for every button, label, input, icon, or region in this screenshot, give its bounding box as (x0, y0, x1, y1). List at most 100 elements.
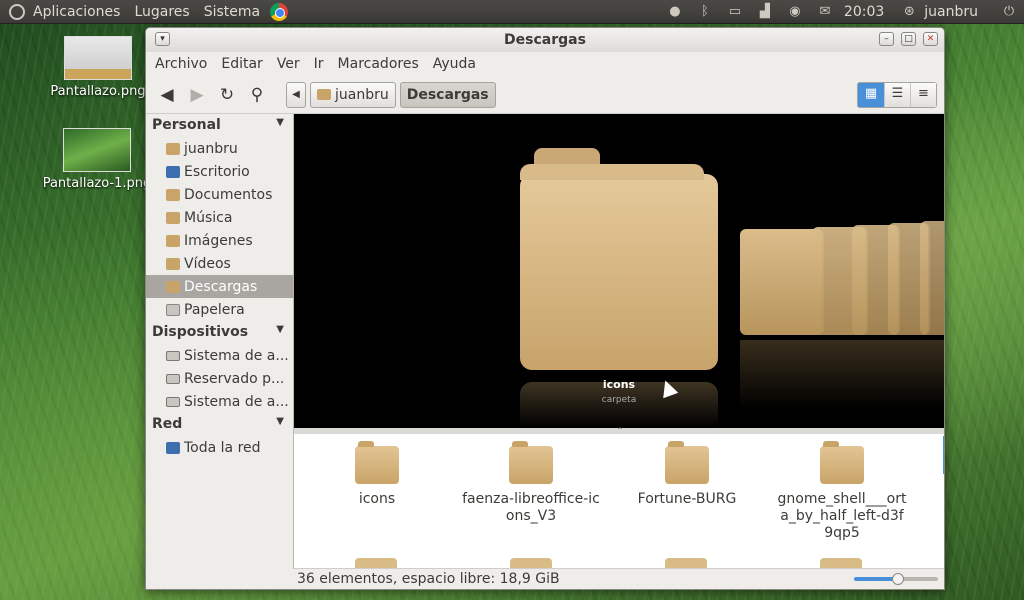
sidebar-item-drive-2[interactable]: Reservado p... (146, 367, 293, 390)
sidebar-section-dispositivos[interactable]: Dispositivos ▼ (146, 321, 293, 344)
file-item[interactable]: faenza-libreoffice-icons_V3 (458, 434, 604, 525)
drive-icon (166, 396, 180, 407)
sidebar-item-drive-1[interactable]: Sistema de a... (146, 344, 293, 367)
coverflow-preview[interactable]: icons carpeta (294, 114, 944, 428)
file-item[interactable]: icons (302, 434, 452, 508)
folder-icon (166, 188, 180, 201)
status-bar: 36 elementos, espacio libre: 18,9 GiB (294, 568, 944, 589)
close-button[interactable]: ✕ (923, 32, 938, 46)
icon-view-icon[interactable]: ▦ (858, 82, 884, 107)
ubuntu-logo-icon[interactable] (9, 3, 25, 20)
file-label: gnome_shell___orta_by_half_left-d3f9qp5 (777, 491, 907, 541)
folder-icon[interactable] (920, 221, 944, 335)
sidebar-item-label: Música (184, 209, 233, 226)
mail-icon[interactable]: ✉ (810, 4, 840, 19)
toolbar: ◀ ▶ ↻ ⚲ ◀ juanbru Descargas ▦ ☰ ≡ (146, 76, 944, 114)
folder-icon (509, 441, 553, 484)
folder-icon[interactable] (665, 558, 707, 568)
forward-arrow-icon[interactable]: ▶ (182, 85, 212, 105)
sidebar-item-imagenes[interactable]: Imágenes (146, 229, 293, 252)
folder-icon[interactable] (520, 148, 718, 370)
bluetooth-icon[interactable]: ᛒ (690, 4, 720, 19)
menu-ver[interactable]: Ver (277, 56, 300, 72)
sidebar-item-label: Documentos (184, 186, 273, 203)
sidebar-section-red[interactable]: Red ▼ (146, 413, 293, 436)
zoom-slider[interactable] (854, 573, 938, 585)
file-label: Fortune-BURG (637, 491, 737, 507)
status-text: 36 elementos, espacio libre: 18,9 GiB (297, 571, 560, 587)
battery-icon[interactable]: ▭ (720, 4, 750, 19)
view-switcher: ▦ ☰ ≡ (857, 81, 937, 108)
scrollbar[interactable] (943, 436, 944, 474)
reload-icon[interactable]: ↻ (212, 85, 242, 105)
videos-folder-icon (166, 257, 180, 270)
power-icon[interactable]: ⏻ (994, 4, 1024, 19)
network-icon[interactable]: ▟ (750, 4, 780, 19)
collapse-arrow-icon[interactable]: ▼ (276, 324, 284, 335)
desktop-icon-label: Pantallazo.png (50, 84, 146, 99)
path-scroll-left-button[interactable]: ◀ (286, 81, 306, 108)
pictures-folder-icon (166, 234, 180, 247)
menu-ir[interactable]: Ir (314, 56, 324, 72)
sidebar-item-papelera[interactable]: Papelera (146, 298, 293, 321)
image-thumbnail (64, 36, 132, 80)
clock[interactable]: 20:03 (844, 4, 884, 20)
folder-icon[interactable] (510, 558, 552, 568)
maximize-button[interactable]: □ (901, 32, 916, 46)
desktop-icon-pantallazo-1[interactable]: Pantallazo-1.png (42, 128, 152, 191)
top-panel: Aplicaciones Lugares Sistema ● ᛒ ▭ ▟ ◉ ✉… (0, 0, 1024, 24)
menu-archivo[interactable]: Archivo (155, 56, 207, 72)
file-item[interactable]: gnome_shell___orta_by_half_left-d3f9qp5 (776, 434, 908, 542)
collapse-arrow-icon[interactable]: ▼ (276, 117, 284, 128)
sidebar-item-videos[interactable]: Vídeos (146, 252, 293, 275)
breadcrumb-label: juanbru (335, 86, 389, 103)
desktop-icon-pantallazo[interactable]: Pantallazo.png (48, 36, 148, 99)
menu-ayuda[interactable]: Ayuda (433, 56, 476, 72)
back-arrow-icon[interactable]: ◀ (152, 85, 182, 105)
chrome-launcher-icon[interactable] (270, 2, 289, 21)
sidebar-item-label: Sistema de a... (184, 347, 289, 364)
sidebar-item-escritorio[interactable]: Escritorio (146, 160, 293, 183)
window-menu-button[interactable]: ▾ (155, 32, 170, 46)
collapse-arrow-icon[interactable]: ▼ (276, 416, 284, 427)
file-manager-window: ▾ Descargas – □ ✕ Archivo Editar Ver Ir … (145, 27, 945, 590)
folder-icon (820, 441, 864, 484)
network-icon (166, 441, 180, 454)
list-view-icon[interactable]: ☰ (884, 82, 910, 107)
sidebar-item-label: Imágenes (184, 232, 253, 249)
sidebar-item-descargas[interactable]: Descargas (146, 275, 293, 298)
menu-marcadores[interactable]: Marcadores (338, 56, 419, 72)
sidebar-item-label: Toda la red (184, 439, 261, 456)
user-name[interactable]: juanbru (924, 4, 978, 20)
menu-editar[interactable]: Editar (221, 56, 262, 72)
sidebar-item-musica[interactable]: Música (146, 206, 293, 229)
sidebar-item-juanbru[interactable]: juanbru (146, 137, 293, 160)
menu-system[interactable]: Sistema (204, 4, 260, 20)
breadcrumb-current[interactable]: Descargas (399, 81, 496, 108)
folder-icon[interactable] (820, 558, 862, 568)
sidebar-item-documentos[interactable]: Documentos (146, 183, 293, 206)
breadcrumb-home[interactable]: juanbru (310, 81, 396, 108)
sidebar-item-label: Escritorio (184, 163, 250, 180)
folder-icon (355, 441, 399, 484)
desktop-icon (166, 165, 180, 178)
sidebar-item-network[interactable]: Toda la red (146, 436, 293, 459)
user-icon[interactable]: ⊛ (894, 4, 924, 19)
sidebar-section-personal[interactable]: Personal ▼ (146, 114, 293, 137)
title-bar[interactable]: ▾ Descargas – □ ✕ (146, 28, 944, 52)
file-label: icons (358, 491, 396, 507)
menu-places[interactable]: Lugares (134, 4, 189, 20)
file-item[interactable]: Fortune-BURG (612, 434, 762, 508)
sidebar-item-label: Reservado p... (184, 370, 285, 387)
messaging-dot-icon[interactable]: ● (660, 4, 690, 19)
minimize-button[interactable]: – (879, 32, 894, 46)
compact-view-icon[interactable]: ≡ (910, 82, 936, 107)
menu-applications[interactable]: Aplicaciones (33, 4, 120, 20)
folder-icon[interactable] (355, 558, 397, 568)
sidebar: Personal ▼ juanbru Escritorio Documentos… (146, 114, 294, 569)
sidebar-item-label: juanbru (184, 140, 238, 157)
search-icon[interactable]: ⚲ (242, 85, 272, 105)
sidebar-item-drive-3[interactable]: Sistema de a... (146, 390, 293, 413)
volume-icon[interactable]: ◉ (780, 4, 810, 19)
trash-icon (166, 303, 180, 316)
